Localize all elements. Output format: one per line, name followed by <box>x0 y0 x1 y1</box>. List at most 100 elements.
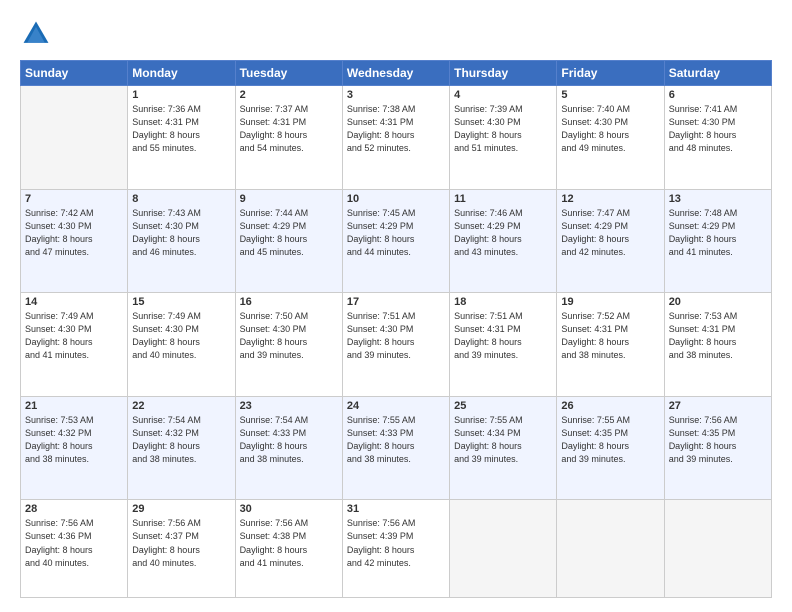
calendar-day-cell: 1 Sunrise: 7:36 AM Sunset: 4:31 PM Daylig… <box>128 86 235 190</box>
day-info: Sunrise: 7:56 AM Sunset: 4:36 PM Dayligh… <box>25 517 123 569</box>
day-number: 31 <box>347 503 445 515</box>
day-number: 22 <box>132 400 230 412</box>
col-header-monday: Monday <box>128 61 235 86</box>
day-number: 3 <box>347 89 445 101</box>
day-info: Sunrise: 7:53 AM Sunset: 4:32 PM Dayligh… <box>25 414 123 466</box>
day-number: 18 <box>454 296 552 308</box>
calendar-header-row: SundayMondayTuesdayWednesdayThursdayFrid… <box>21 61 772 86</box>
calendar-day-cell: 8 Sunrise: 7:43 AM Sunset: 4:30 PM Daylig… <box>128 189 235 293</box>
calendar-day-cell: 30 Sunrise: 7:56 AM Sunset: 4:38 PM Dayli… <box>235 500 342 598</box>
calendar-day-cell: 2 Sunrise: 7:37 AM Sunset: 4:31 PM Daylig… <box>235 86 342 190</box>
calendar-day-cell: 23Sunrise: 7:54 AM Sunset: 4:33 PM Dayli… <box>235 396 342 500</box>
day-info: Sunrise: 7:44 AM Sunset: 4:29 PM Dayligh… <box>240 207 338 259</box>
calendar-day-cell: 22 Sunrise: 7:54 AM Sunset: 4:32 PM Dayli… <box>128 396 235 500</box>
page: SundayMondayTuesdayWednesdayThursdayFrid… <box>0 0 792 612</box>
day-info: Sunrise: 7:41 AM Sunset: 4:30 PM Dayligh… <box>669 103 767 155</box>
day-number: 9 <box>240 193 338 205</box>
calendar-day-cell <box>557 500 664 598</box>
day-number: 13 <box>669 193 767 205</box>
calendar-day-cell: 17Sunrise: 7:51 AM Sunset: 4:30 PM Dayli… <box>342 293 449 397</box>
day-info: Sunrise: 7:40 AM Sunset: 4:30 PM Dayligh… <box>561 103 659 155</box>
calendar-week-row: 21 Sunrise: 7:53 AM Sunset: 4:32 PM Dayli… <box>21 396 772 500</box>
logo <box>20 18 56 50</box>
logo-icon <box>20 18 52 50</box>
day-info: Sunrise: 7:55 AM Sunset: 4:33 PM Dayligh… <box>347 414 445 466</box>
calendar-day-cell: 26 Sunrise: 7:55 AM Sunset: 4:35 PM Dayli… <box>557 396 664 500</box>
day-number: 28 <box>25 503 123 515</box>
day-number: 5 <box>561 89 659 101</box>
calendar-day-cell: 13 Sunrise: 7:48 AM Sunset: 4:29 PM Dayli… <box>664 189 771 293</box>
day-info: Sunrise: 7:56 AM Sunset: 4:39 PM Dayligh… <box>347 517 445 569</box>
calendar-day-cell: 19 Sunrise: 7:52 AM Sunset: 4:31 PM Dayli… <box>557 293 664 397</box>
day-info: Sunrise: 7:53 AM Sunset: 4:31 PM Dayligh… <box>669 310 767 362</box>
calendar-day-cell: 11Sunrise: 7:46 AM Sunset: 4:29 PM Dayli… <box>450 189 557 293</box>
day-info: Sunrise: 7:56 AM Sunset: 4:35 PM Dayligh… <box>669 414 767 466</box>
day-number: 26 <box>561 400 659 412</box>
calendar-day-cell: 28 Sunrise: 7:56 AM Sunset: 4:36 PM Dayli… <box>21 500 128 598</box>
calendar-day-cell: 10 Sunrise: 7:45 AM Sunset: 4:29 PM Dayli… <box>342 189 449 293</box>
day-number: 7 <box>25 193 123 205</box>
day-number: 27 <box>669 400 767 412</box>
day-number: 10 <box>347 193 445 205</box>
calendar-day-cell: 15 Sunrise: 7:49 AM Sunset: 4:30 PM Dayli… <box>128 293 235 397</box>
day-info: Sunrise: 7:54 AM Sunset: 4:33 PM Dayligh… <box>240 414 338 466</box>
col-header-wednesday: Wednesday <box>342 61 449 86</box>
calendar-week-row: 1 Sunrise: 7:36 AM Sunset: 4:31 PM Daylig… <box>21 86 772 190</box>
day-info: Sunrise: 7:54 AM Sunset: 4:32 PM Dayligh… <box>132 414 230 466</box>
calendar-day-cell: 4 Sunrise: 7:39 AM Sunset: 4:30 PM Daylig… <box>450 86 557 190</box>
day-number: 30 <box>240 503 338 515</box>
day-number: 29 <box>132 503 230 515</box>
day-info: Sunrise: 7:45 AM Sunset: 4:29 PM Dayligh… <box>347 207 445 259</box>
col-header-sunday: Sunday <box>21 61 128 86</box>
day-info: Sunrise: 7:52 AM Sunset: 4:31 PM Dayligh… <box>561 310 659 362</box>
day-number: 19 <box>561 296 659 308</box>
day-info: Sunrise: 7:48 AM Sunset: 4:29 PM Dayligh… <box>669 207 767 259</box>
day-info: Sunrise: 7:56 AM Sunset: 4:37 PM Dayligh… <box>132 517 230 569</box>
calendar-day-cell: 29 Sunrise: 7:56 AM Sunset: 4:37 PM Dayli… <box>128 500 235 598</box>
calendar-day-cell: 16 Sunrise: 7:50 AM Sunset: 4:30 PM Dayli… <box>235 293 342 397</box>
day-info: Sunrise: 7:43 AM Sunset: 4:30 PM Dayligh… <box>132 207 230 259</box>
calendar-week-row: 14 Sunrise: 7:49 AM Sunset: 4:30 PM Dayli… <box>21 293 772 397</box>
day-info: Sunrise: 7:46 AM Sunset: 4:29 PM Dayligh… <box>454 207 552 259</box>
day-info: Sunrise: 7:51 AM Sunset: 4:30 PM Dayligh… <box>347 310 445 362</box>
header <box>20 18 772 50</box>
calendar-day-cell: 25 Sunrise: 7:55 AM Sunset: 4:34 PM Dayli… <box>450 396 557 500</box>
day-info: Sunrise: 7:37 AM Sunset: 4:31 PM Dayligh… <box>240 103 338 155</box>
day-info: Sunrise: 7:50 AM Sunset: 4:30 PM Dayligh… <box>240 310 338 362</box>
day-info: Sunrise: 7:47 AM Sunset: 4:29 PM Dayligh… <box>561 207 659 259</box>
calendar-day-cell: 31 Sunrise: 7:56 AM Sunset: 4:39 PM Dayli… <box>342 500 449 598</box>
day-info: Sunrise: 7:38 AM Sunset: 4:31 PM Dayligh… <box>347 103 445 155</box>
calendar-day-cell: 27 Sunrise: 7:56 AM Sunset: 4:35 PM Dayli… <box>664 396 771 500</box>
col-header-thursday: Thursday <box>450 61 557 86</box>
day-number: 8 <box>132 193 230 205</box>
day-number: 15 <box>132 296 230 308</box>
day-number: 1 <box>132 89 230 101</box>
calendar-day-cell: 5 Sunrise: 7:40 AM Sunset: 4:30 PM Daylig… <box>557 86 664 190</box>
day-info: Sunrise: 7:49 AM Sunset: 4:30 PM Dayligh… <box>132 310 230 362</box>
calendar-day-cell: 9 Sunrise: 7:44 AM Sunset: 4:29 PM Daylig… <box>235 189 342 293</box>
calendar-day-cell: 14Sunrise: 7:49 AM Sunset: 4:30 PM Dayli… <box>21 293 128 397</box>
day-info: Sunrise: 7:36 AM Sunset: 4:31 PM Dayligh… <box>132 103 230 155</box>
calendar-day-cell: 3 Sunrise: 7:38 AM Sunset: 4:31 PM Daylig… <box>342 86 449 190</box>
day-number: 14 <box>25 296 123 308</box>
calendar-day-cell <box>450 500 557 598</box>
calendar-day-cell: 24Sunrise: 7:55 AM Sunset: 4:33 PM Dayli… <box>342 396 449 500</box>
day-number: 4 <box>454 89 552 101</box>
calendar-day-cell: 6 Sunrise: 7:41 AM Sunset: 4:30 PM Daylig… <box>664 86 771 190</box>
calendar-day-cell <box>21 86 128 190</box>
calendar-day-cell: 20Sunrise: 7:53 AM Sunset: 4:31 PM Dayli… <box>664 293 771 397</box>
day-number: 6 <box>669 89 767 101</box>
day-number: 2 <box>240 89 338 101</box>
day-number: 21 <box>25 400 123 412</box>
day-info: Sunrise: 7:56 AM Sunset: 4:38 PM Dayligh… <box>240 517 338 569</box>
day-info: Sunrise: 7:39 AM Sunset: 4:30 PM Dayligh… <box>454 103 552 155</box>
col-header-saturday: Saturday <box>664 61 771 86</box>
day-info: Sunrise: 7:51 AM Sunset: 4:31 PM Dayligh… <box>454 310 552 362</box>
day-number: 25 <box>454 400 552 412</box>
day-info: Sunrise: 7:55 AM Sunset: 4:34 PM Dayligh… <box>454 414 552 466</box>
day-number: 16 <box>240 296 338 308</box>
calendar-day-cell <box>664 500 771 598</box>
col-header-tuesday: Tuesday <box>235 61 342 86</box>
day-info: Sunrise: 7:55 AM Sunset: 4:35 PM Dayligh… <box>561 414 659 466</box>
calendar-week-row: 7Sunrise: 7:42 AM Sunset: 4:30 PM Daylig… <box>21 189 772 293</box>
